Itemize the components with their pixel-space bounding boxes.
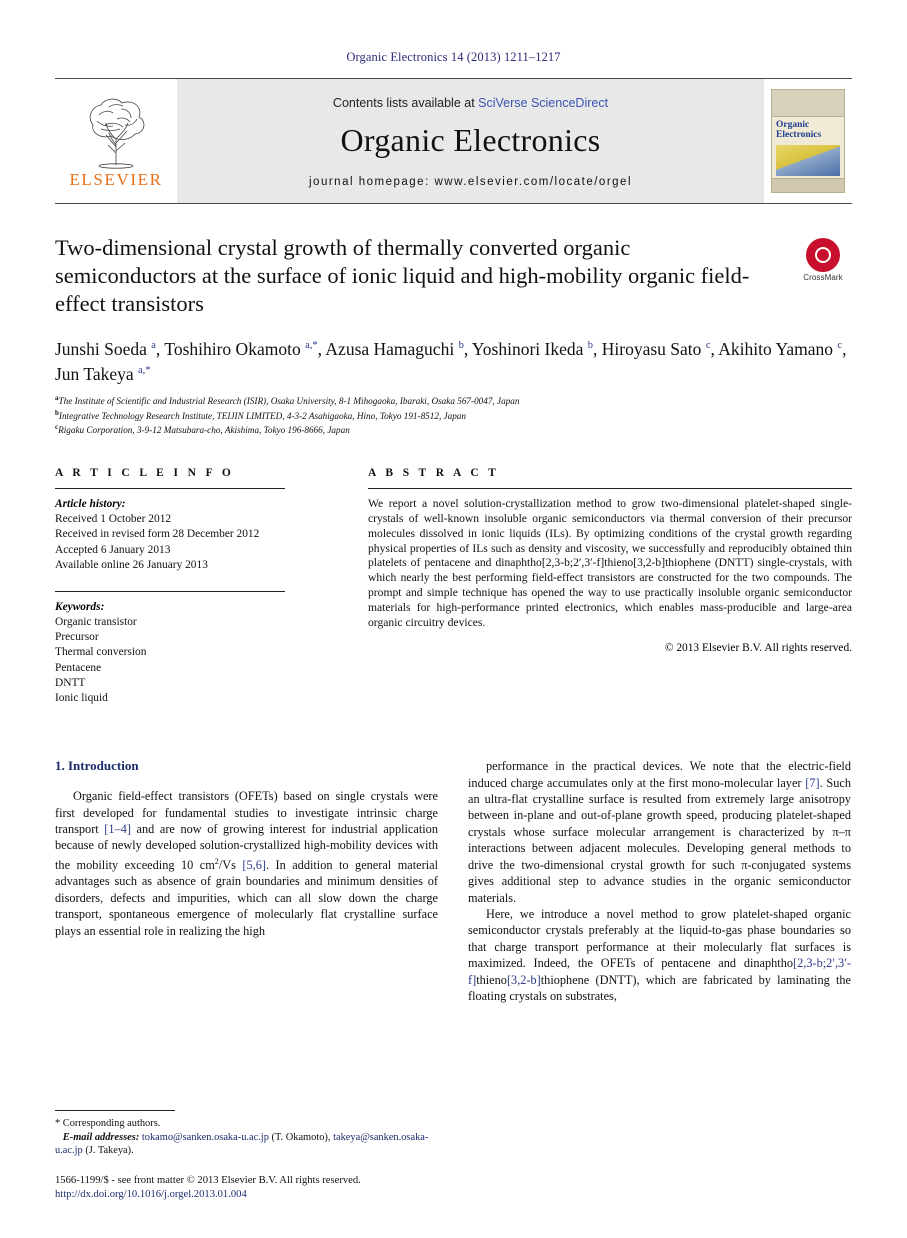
elsevier-wordmark: ELSEVIER xyxy=(69,169,163,189)
cover-footer-band xyxy=(772,178,844,192)
keyword-item: Ionic liquid xyxy=(55,692,108,705)
cover-title-line1: Organic xyxy=(776,120,810,130)
body-left-paragraphs: Organic field-effect transistors (OFETs)… xyxy=(55,788,438,939)
journal-banner: ELSEVIER Contents lists available at Sci… xyxy=(55,78,852,204)
front-matter-block: 1566-1199/$ - see front matter © 2013 El… xyxy=(55,1174,438,1202)
article-history-item: Received 1 October 2012 xyxy=(55,513,172,526)
affiliation-line: cRigaku Corporation, 3-9-12 Matsubara-ch… xyxy=(55,423,350,436)
body-right-column: performance in the practical devices. We… xyxy=(468,758,851,1004)
body-paragraph: Organic field-effect transistors (OFETs)… xyxy=(55,789,438,938)
keywords-list: Organic transistor Precursor Thermal conve… xyxy=(55,615,340,706)
article-info-heading: A R T I C L E I N F O xyxy=(55,467,235,480)
journal-cover-thumb: Organic Electronics xyxy=(764,79,852,203)
corresponding-author-note: * Corresponding authors. xyxy=(55,1118,161,1130)
info-abstract-region: A R T I C L E I N F O Article history: R… xyxy=(55,467,852,706)
journal-homepage[interactable]: journal homepage: www.elsevier.com/locat… xyxy=(309,176,632,188)
email-owner-takeya: (J. Takeya). xyxy=(85,1145,134,1157)
keywords-title: Keywords: xyxy=(55,601,105,614)
article-info-column: A R T I C L E I N F O Article history: R… xyxy=(55,467,340,706)
crossmark-badge[interactable]: CrossMark xyxy=(794,238,852,282)
article-history-list: Received 1 October 2012 Received in revis… xyxy=(55,512,340,573)
front-matter-line: 1566-1199/$ - see front matter © 2013 El… xyxy=(55,1175,361,1186)
page-title: Two-dimensional crystal growth of therma… xyxy=(55,235,750,316)
body-paragraph: performance in the practical devices. We… xyxy=(468,759,851,905)
keywords-rule xyxy=(55,591,285,593)
author-list: Junshi Soeda a, Toshihiro Okamoto a,*, A… xyxy=(55,338,847,384)
affiliation-line: aThe Institute of Scientific and Industr… xyxy=(55,393,520,406)
elsevier-tree-icon xyxy=(89,98,145,169)
article-history-item: Accepted 6 January 2013 xyxy=(55,543,171,556)
affiliation-line: bIntegrative Technology Research Institu… xyxy=(55,408,466,421)
cover-image: Organic Electronics xyxy=(771,89,845,193)
abstract-copyright: © 2013 Elsevier B.V. All rights reserved… xyxy=(664,642,852,655)
body-paragraph: Here, we introduce a novel method to gro… xyxy=(468,906,851,1003)
cover-artwork xyxy=(776,145,840,176)
email-owner-okamoto: (T. Okamoto), xyxy=(271,1131,331,1143)
citation-ref[interactable]: [7] xyxy=(805,776,819,790)
running-head: Organic Electronics 14 (2013) 1211–1217 xyxy=(346,50,561,64)
keyword-item: Organic transistor xyxy=(55,616,137,629)
keyword-item: Precursor xyxy=(55,631,99,644)
article-history-item: Received in revised form 28 December 201… xyxy=(55,528,260,541)
sciencedirect-link[interactable]: SciVerse ScienceDirect xyxy=(478,96,608,110)
keyword-item: Pentacene xyxy=(55,661,102,674)
crossmark-label: CrossMark xyxy=(803,273,843,282)
keywords-block: Keywords: Organic transistor Precursor The… xyxy=(55,591,340,706)
keyword-item: Thermal conversion xyxy=(55,646,147,659)
footnote-region: * Corresponding authors. E-mail addresse… xyxy=(55,1110,438,1202)
paper-page: Organic Electronics 14 (2013) 1211–1217 … xyxy=(0,0,907,1238)
citation-ref[interactable]: [5,6] xyxy=(242,858,266,872)
abstract-heading: A B S T R A C T xyxy=(368,467,500,480)
contents-prefix: Contents lists available at xyxy=(332,96,479,110)
doi-link[interactable]: http://dx.doi.org/10.1016/j.orgel.2013.0… xyxy=(55,1188,438,1202)
journal-title: Organic Electronics xyxy=(340,122,601,158)
section-heading-introduction: 1. Introduction xyxy=(55,758,139,774)
cover-title: Organic Electronics xyxy=(772,117,844,140)
body-left-column: 1. Introduction Organic field-effect tra… xyxy=(55,758,438,1004)
body-region: 1. Introduction Organic field-effect tra… xyxy=(55,758,852,1004)
abstract-rule xyxy=(368,488,852,490)
publisher-logo: ELSEVIER xyxy=(55,79,177,203)
abstract-column: A B S T R A C T We report a novel soluti… xyxy=(368,467,852,706)
abstract-text: We report a novel solution-crystallizati… xyxy=(368,497,852,629)
cover-title-line2: Electronics xyxy=(776,130,822,140)
cover-header-band xyxy=(772,90,844,117)
body-right-paragraphs: performance in the practical devices. We… xyxy=(468,758,851,1004)
citation-ref[interactable]: [1–4] xyxy=(104,822,131,836)
citation-ref[interactable]: [3,2-b] xyxy=(507,973,541,987)
affiliation-list: aThe Institute of Scientific and Industr… xyxy=(55,393,852,438)
email-addresses-note: E-mail addresses: tokamo@sanken.osaka-u.… xyxy=(55,1131,438,1158)
crossmark-icon xyxy=(806,238,840,272)
keyword-item: DNTT xyxy=(55,676,86,689)
banner-center: Contents lists available at SciVerse Sci… xyxy=(177,79,764,203)
email-link-okamoto[interactable]: tokamo@sanken.osaka-u.ac.jp xyxy=(142,1132,269,1143)
article-history-title: Article history: xyxy=(55,498,126,511)
article-info-rule xyxy=(55,488,285,490)
footnote-rule xyxy=(55,1110,175,1112)
contents-available-line: Contents lists available at SciVerse Sci… xyxy=(333,96,608,110)
title-block: Two-dimensional crystal growth of therma… xyxy=(55,234,852,318)
email-label: E-mail addresses: xyxy=(62,1131,140,1143)
article-history-item: Available online 26 January 2013 xyxy=(55,558,208,571)
